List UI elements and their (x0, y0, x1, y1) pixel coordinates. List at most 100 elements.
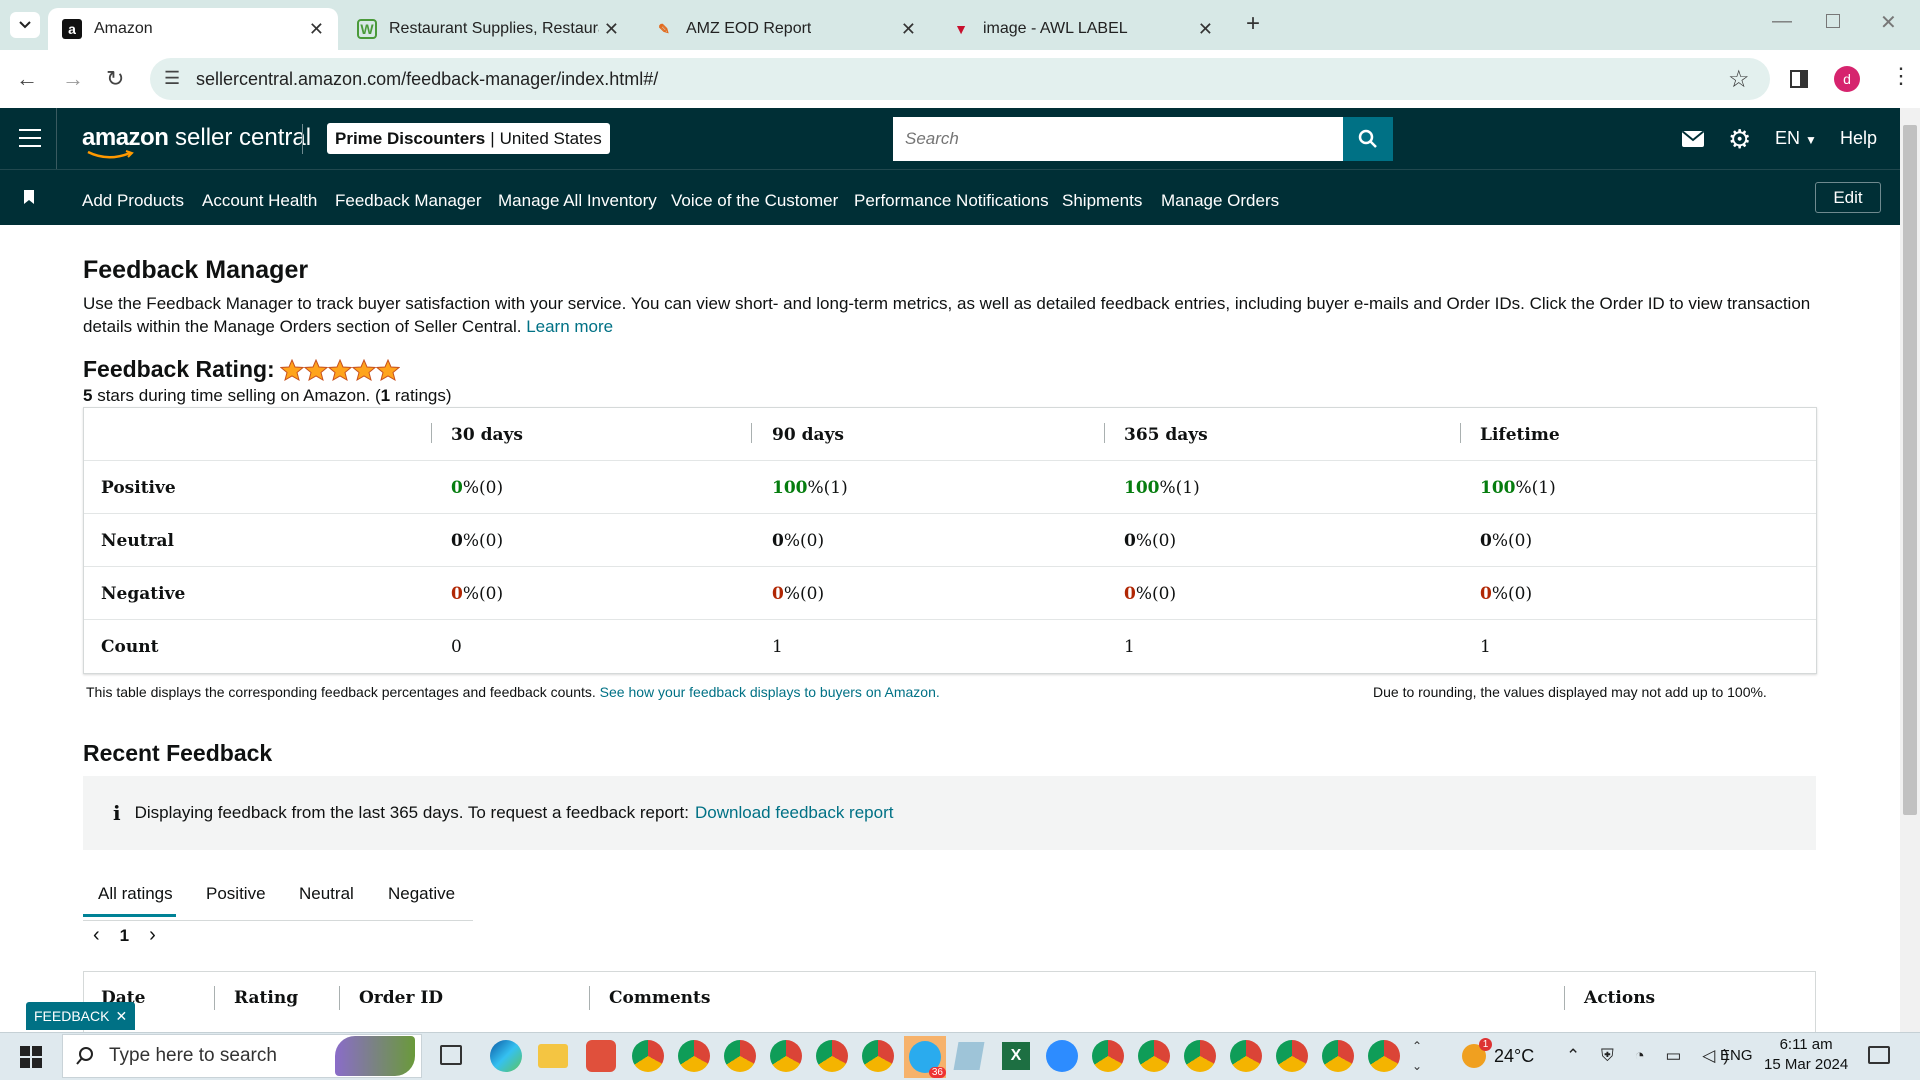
zoom-icon[interactable] (1046, 1040, 1078, 1072)
star-icon (279, 358, 304, 381)
star-icon (351, 358, 376, 381)
gear-icon[interactable]: ⚙ (1728, 124, 1751, 155)
close-icon[interactable]: ✕ (115, 1008, 127, 1025)
back-icon[interactable]: ← (16, 66, 38, 92)
learn-more-link[interactable]: Learn more (526, 317, 613, 336)
table-cell: 0 %(0) (451, 530, 504, 551)
notepad-icon[interactable] (953, 1042, 985, 1070)
tab-neutral[interactable]: Neutral (299, 884, 354, 904)
prev-page-icon[interactable]: ‹ (93, 924, 100, 947)
chrome-icon[interactable] (1092, 1040, 1124, 1072)
tab-all-ratings[interactable]: All ratings (98, 884, 173, 904)
nav-add-products[interactable]: Add Products (82, 191, 184, 211)
store-name: Prime Discounters (335, 128, 486, 148)
nav-manage-all-inventory[interactable]: Manage All Inventory (498, 191, 657, 211)
table-cell: 0 %(0) (1480, 530, 1533, 551)
feedback-badge[interactable]: FEEDBACK ✕ (26, 1002, 136, 1030)
chrome-icon[interactable] (632, 1040, 664, 1072)
edit-button[interactable]: Edit (1815, 182, 1881, 213)
menu-icon[interactable]: ⋮ (1890, 63, 1912, 89)
chrome-icon[interactable] (1230, 1040, 1262, 1072)
avatar[interactable]: d (1834, 66, 1860, 92)
table-header: 30 days 90 days 365 days Lifetime (84, 408, 1816, 461)
tab-amazon[interactable]: a Amazon ✕ (48, 8, 338, 50)
app-icon[interactable] (586, 1040, 616, 1072)
tab-eod-report[interactable]: ✎ AMZ EOD Report ✕ (640, 8, 930, 50)
table-cell: 0 %(0) (1480, 583, 1533, 604)
language-label: EN (1775, 128, 1801, 148)
taskbar-scroll-icon[interactable]: ⌃ ⌄ (1412, 1036, 1422, 1076)
nav-shipments[interactable]: Shipments (1062, 191, 1142, 211)
reload-icon[interactable]: ↻ (106, 66, 124, 92)
weather-widget[interactable]: 1 24°C (1462, 1038, 1534, 1068)
page-title: Feedback Manager (83, 256, 309, 284)
tab-restaurant[interactable]: W Restaurant Supplies, Restaurant ✕ (343, 8, 633, 50)
tray-icons[interactable]: ⌃ ⛨ ◔ ▭ ◁) (1566, 1046, 1737, 1066)
edge-icon[interactable] (490, 1040, 522, 1072)
forward-icon[interactable]: → (62, 66, 84, 92)
store-switcher[interactable]: Prime Discounters | United States (327, 123, 610, 154)
table-cell: 1 (772, 636, 783, 657)
telegram-icon[interactable]: 36 (904, 1036, 946, 1078)
new-tab-button[interactable]: + (1246, 10, 1260, 38)
nav-voice-of-the-customer[interactable]: Voice of the Customer (671, 191, 838, 211)
input-language[interactable]: ENG (1720, 1047, 1753, 1064)
chrome-icon[interactable] (1322, 1040, 1354, 1072)
v-icon: ▼ (954, 21, 968, 37)
task-view-icon[interactable] (440, 1045, 462, 1065)
chrome-icon[interactable] (1368, 1040, 1400, 1072)
search-button[interactable] (1343, 117, 1393, 161)
chrome-icon[interactable] (1276, 1040, 1308, 1072)
close-icon[interactable]: ✕ (1198, 19, 1213, 40)
chrome-icon[interactable] (1184, 1040, 1216, 1072)
restore-icon[interactable] (1826, 14, 1840, 28)
next-page-icon[interactable]: › (149, 924, 156, 947)
mail-icon[interactable] (1682, 131, 1704, 147)
amazon-smile-icon (87, 150, 134, 159)
chrome-icon[interactable] (678, 1040, 710, 1072)
tab-list-button[interactable] (10, 12, 40, 38)
chrome-icon[interactable] (862, 1040, 894, 1072)
feedback-display-link[interactable]: See how your feedback displays to buyers… (600, 684, 940, 700)
star-icon[interactable]: ☆ (1728, 65, 1750, 94)
nav-performance-notifications[interactable]: Performance Notifications (854, 191, 1049, 211)
table-cell: 100 %(1) (772, 477, 848, 498)
table-cell: 0 %(0) (1124, 530, 1177, 551)
notification-icon[interactable] (1868, 1046, 1890, 1064)
site-info-icon[interactable]: ☰ (164, 68, 180, 89)
excel-icon[interactable]: X (1002, 1042, 1030, 1070)
close-window-icon[interactable]: ✕ (1880, 10, 1897, 35)
table-note: This table displays the corresponding fe… (86, 684, 940, 700)
chrome-icon[interactable] (816, 1040, 848, 1072)
weather-badge: 1 (1479, 1038, 1492, 1051)
side-panel-icon[interactable] (1790, 70, 1808, 88)
nav-feedback-manager[interactable]: Feedback Manager (335, 191, 481, 211)
tab-awl-label[interactable]: ▼ image - AWL LABEL ✕ (937, 8, 1227, 50)
chrome-icon[interactable] (1138, 1040, 1170, 1072)
clock[interactable]: 6:11 am 15 Mar 2024 (1764, 1035, 1848, 1075)
address-bar[interactable]: sellercentral.amazon.com/feedback-manage… (150, 58, 1770, 100)
chrome-icon[interactable] (724, 1040, 756, 1072)
download-feedback-report-link[interactable]: Download feedback report (695, 803, 893, 823)
nav-manage-orders[interactable]: Manage Orders (1161, 191, 1279, 211)
search-input[interactable] (893, 117, 1343, 161)
file-explorer-icon[interactable] (538, 1044, 568, 1068)
tab-positive[interactable]: Positive (206, 884, 266, 904)
nav-account-health[interactable]: Account Health (202, 191, 317, 211)
windows-start-icon[interactable] (20, 1046, 42, 1068)
seller-central-logo[interactable]: amazon seller central (82, 124, 311, 159)
close-icon[interactable]: ✕ (901, 19, 916, 40)
chrome-icon[interactable] (770, 1040, 802, 1072)
close-icon[interactable]: ✕ (309, 19, 324, 40)
minimize-icon[interactable]: — (1772, 10, 1792, 33)
taskbar-search[interactable]: Type here to search (62, 1034, 422, 1078)
close-icon[interactable]: ✕ (604, 19, 619, 40)
tab-negative[interactable]: Negative (388, 884, 455, 904)
clock-date: 15 Mar 2024 (1764, 1056, 1849, 1073)
scrollbar-thumb[interactable] (1903, 125, 1917, 815)
help-link[interactable]: Help (1840, 128, 1877, 149)
page-number[interactable]: 1 (120, 926, 129, 946)
tabs-divider (83, 920, 473, 921)
language-selector[interactable]: EN ▼ (1775, 128, 1817, 149)
hamburger-icon[interactable] (19, 129, 41, 147)
